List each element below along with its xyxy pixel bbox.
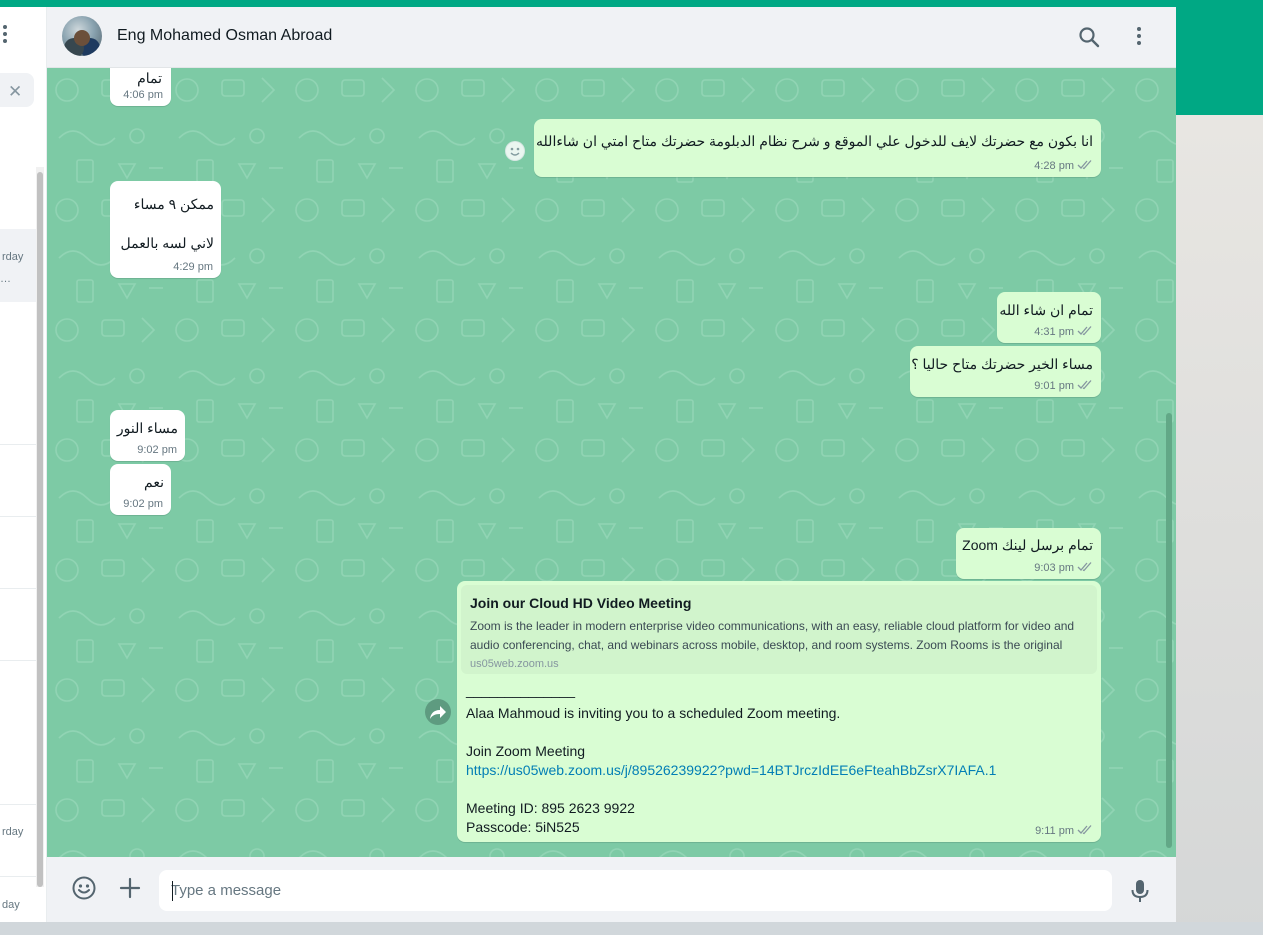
chat-list-item-date: rday <box>2 826 24 838</box>
message-time: 9:11 pm <box>1035 825 1074 837</box>
message-bubble-incoming[interactable]: مساء النور 9:02 pm <box>110 410 185 461</box>
message-time: 4:29 pm <box>173 261 213 273</box>
mic-icon[interactable] <box>1129 878 1151 904</box>
message-time: 4:31 pm <box>1034 326 1074 338</box>
contact-name[interactable]: Eng Mohamed Osman Abroad <box>117 27 332 45</box>
forward-icon[interactable] <box>425 699 451 725</box>
message-list[interactable]: تمام 4:06 pm انا بكون مع حضرتك لايف للدخ… <box>47 68 1176 857</box>
double-check-icon <box>1077 380 1092 390</box>
message-text: تمام برسل لينك Zoom <box>962 537 1093 553</box>
divider <box>0 660 36 661</box>
meeting-link[interactable]: https://us05web.zoom.us/j/89526239922?pw… <box>466 762 996 778</box>
message-bubble-outgoing[interactable]: تمام برسل لينك Zoom 9:03 pm <box>956 528 1101 579</box>
sidebar-scrollbar-thumb[interactable] <box>37 172 43 887</box>
sidebar-menu-icon[interactable] <box>0 25 12 47</box>
link-preview-card[interactable]: Join our Cloud HD Video Meeting Zoom is … <box>461 585 1097 674</box>
meeting-passcode: Passcode: 5iN525 <box>466 819 580 835</box>
message-text: مساء الخير حضرتك متاح حاليا ؟ <box>911 356 1093 372</box>
app-background <box>1176 115 1263 935</box>
double-check-icon <box>1077 562 1092 572</box>
message-text: تمام <box>137 70 162 86</box>
message-text: نعم <box>144 474 164 490</box>
avatar[interactable] <box>62 16 102 56</box>
link-preview-title: Join our Cloud HD Video Meeting <box>470 595 692 611</box>
message-bubble-outgoing[interactable]: تمام ان شاء الله 4:31 pm <box>997 292 1101 343</box>
close-icon[interactable]: ✕ <box>8 82 22 102</box>
message-text: ممكن ٩ مساء <box>133 196 214 212</box>
message-text: مساء النور <box>116 420 178 436</box>
message-time: 9:02 pm <box>137 444 177 456</box>
message-separator: ______________ <box>466 682 576 698</box>
chat-list-item-date: day <box>2 899 20 911</box>
double-check-icon <box>1077 160 1092 170</box>
meeting-id: Meeting ID: 895 2623 9922 <box>466 800 635 816</box>
chat-list-item-preview: … <box>0 273 11 285</box>
chat-list-sidebar: ✕ rday … rday day <box>0 7 47 922</box>
message-text: Alaa Mahmoud is inviting you to a schedu… <box>466 705 841 721</box>
message-time: 9:03 pm <box>1034 562 1074 574</box>
message-bubble-incoming[interactable]: ممكن ٩ مساء لاني لسه بالعمل 4:29 pm <box>110 181 221 278</box>
divider <box>0 876 36 877</box>
whatsapp-window: ✕ rday … rday day Eng Mohamed Osman Abro… <box>0 7 1176 922</box>
text-caret <box>172 881 173 901</box>
plus-icon[interactable] <box>117 875 143 901</box>
link-preview-description: Zoom is the leader in modern enterprise … <box>470 619 1075 652</box>
message-time: 4:06 pm <box>123 89 163 101</box>
divider <box>0 588 36 589</box>
message-text: تمام ان شاء الله <box>999 302 1093 318</box>
chat-scrollbar-thumb[interactable] <box>1166 413 1172 848</box>
message-bubble-incoming[interactable]: تمام 4:06 pm <box>110 68 171 106</box>
message-bubble-outgoing[interactable]: مساء الخير حضرتك متاح حاليا ؟ 9:01 pm <box>910 346 1101 397</box>
search-icon[interactable] <box>1077 25 1101 49</box>
message-bubble-outgoing[interactable]: انا بكون مع حضرتك لايف للدخول علي الموقع… <box>534 119 1101 177</box>
message-time: 9:01 pm <box>1034 380 1074 392</box>
message-time: 4:28 pm <box>1034 160 1074 172</box>
divider <box>0 516 36 517</box>
divider <box>0 804 36 805</box>
link-preview-domain: us05web.zoom.us <box>470 658 559 670</box>
chat-list-item-date: rday <box>2 251 24 263</box>
message-text: انا بكون مع حضرتك لايف للدخول علي الموقع… <box>536 133 1093 149</box>
message-bubble-incoming[interactable]: نعم 9:02 pm <box>110 464 171 515</box>
app-background-strip <box>0 922 1263 935</box>
message-text: لاني لسه بالعمل <box>120 235 214 251</box>
emoji-reaction-icon[interactable] <box>505 141 525 161</box>
composer-bar <box>47 857 1176 922</box>
double-check-icon <box>1077 825 1092 835</box>
menu-icon[interactable] <box>1133 27 1145 49</box>
emoji-icon[interactable] <box>71 875 97 901</box>
message-time: 9:02 pm <box>123 498 163 510</box>
message-text: Join Zoom Meeting <box>466 743 586 759</box>
message-input[interactable] <box>159 870 1112 911</box>
conversation-header[interactable]: Eng Mohamed Osman Abroad <box>47 7 1176 68</box>
message-bubble-outgoing[interactable]: Join our Cloud HD Video Meeting Zoom is … <box>457 581 1101 842</box>
chat-list-item-active[interactable]: rday … <box>0 229 36 302</box>
divider <box>0 444 36 445</box>
double-check-icon <box>1077 326 1092 336</box>
